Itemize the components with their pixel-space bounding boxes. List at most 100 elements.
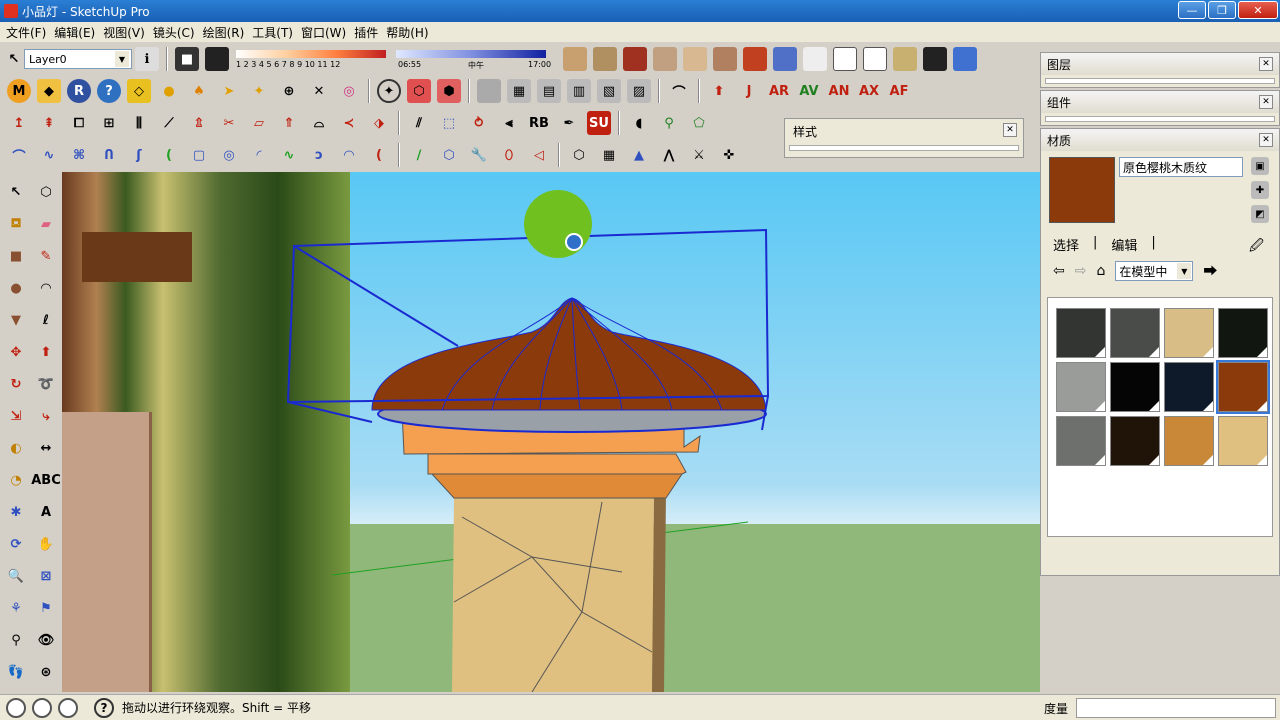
terrain-icon[interactable] [593, 47, 617, 71]
network-icon[interactable]: ⬠ [687, 111, 711, 135]
display-secondary-icon[interactable]: ▣ [1251, 157, 1269, 175]
rail-icon[interactable]: ⫼ [127, 111, 151, 135]
axis-icon[interactable]: ✜ [717, 143, 741, 167]
back-arrow-icon[interactable]: ⇦ [1053, 263, 1065, 279]
scale-icon[interactable]: ✕ [307, 79, 331, 103]
label-icon[interactable]: ◇ [127, 79, 151, 103]
shadow-settings-icon[interactable]: ■ [175, 47, 199, 71]
default-material-icon[interactable]: ◩ [1251, 205, 1269, 223]
bend-icon[interactable]: ≺ [337, 111, 361, 135]
cube-outline-icon[interactable]: ⬢ [437, 79, 461, 103]
cube-push-icon[interactable]: ⬗ [367, 111, 391, 135]
smoove-icon[interactable] [683, 47, 707, 71]
polygon-tool-icon[interactable]: ▼ [4, 308, 28, 332]
color-wheel-icon[interactable]: ◎ [337, 79, 361, 103]
ruler-icon[interactable]: ⟋ [157, 111, 181, 135]
material-swatch[interactable] [1056, 362, 1106, 412]
create-material-icon[interactable]: ✚ [1251, 181, 1269, 199]
plugin-an-icon[interactable]: AN [827, 79, 851, 103]
cut-icon[interactable]: ✂ [217, 111, 241, 135]
material-swatch[interactable] [1110, 362, 1160, 412]
extrude-icon[interactable]: ⇞ [37, 111, 61, 135]
eyedropper-icon[interactable]: 🖉 [1249, 235, 1264, 259]
menu-plugins[interactable]: 插件 [352, 24, 384, 41]
panel-icon[interactable]: ⫷ [497, 111, 521, 135]
circle-tool-icon[interactable]: ● [4, 276, 28, 300]
menu-edit[interactable]: 编辑(E) [52, 24, 101, 41]
su-app-icon[interactable]: SU [587, 111, 611, 135]
drape-icon[interactable] [623, 47, 647, 71]
box-icon[interactable]: ⧠ [67, 111, 91, 135]
hidden-line-icon[interactable] [863, 47, 887, 71]
wireframe-view-icon[interactable] [803, 47, 827, 71]
pen-icon[interactable]: ✒ [557, 111, 581, 135]
tag-icon[interactable]: ◆ [37, 79, 61, 103]
push-pull-tool-icon[interactable]: ⬆ [34, 340, 58, 364]
look-around-icon[interactable]: 👁 [34, 628, 58, 652]
push-pull-plugin-icon[interactable]: ↥ [7, 111, 31, 135]
display-shadows-icon[interactable] [205, 47, 229, 71]
stamp-icon[interactable] [653, 47, 677, 71]
offset-tool-icon[interactable]: ⤷ [34, 404, 58, 428]
curve-wave-icon[interactable]: ∿ [37, 143, 61, 167]
multi-face-icon[interactable]: ▥ [567, 79, 591, 103]
spotlight-icon[interactable]: ➤ [217, 79, 241, 103]
line-green-icon[interactable]: ∿ [277, 143, 301, 167]
close-button[interactable]: ✕ [1238, 1, 1278, 19]
light-icon[interactable]: ✦ [247, 79, 271, 103]
drop-icon[interactable]: ⚲ [657, 111, 681, 135]
previous-view-icon[interactable]: ⚑ [34, 596, 58, 620]
cube-wire-icon[interactable]: ⬡ [567, 143, 591, 167]
add-detail-icon[interactable] [713, 47, 737, 71]
wrench-icon[interactable]: 🔧 [467, 143, 491, 167]
textured-icon[interactable] [923, 47, 947, 71]
model-viewport[interactable] [62, 172, 1040, 692]
plugin-arrow-icon[interactable]: ⬆ [707, 79, 731, 103]
minimize-button[interactable]: — [1178, 1, 1206, 19]
curve-arc-icon[interactable]: ⌒ [7, 143, 31, 167]
sandbox-icon[interactable] [563, 47, 587, 71]
shadow-time-slider[interactable]: 1 2 3 4 5 6 7 8 9 10 11 12 06:55 中午 17:0… [236, 46, 556, 72]
orbit-tool-icon[interactable]: ⟳ [4, 532, 28, 556]
tab-select[interactable]: 选择 [1049, 235, 1083, 254]
help-icon[interactable]: ? [97, 79, 121, 103]
current-material-swatch[interactable] [1049, 157, 1115, 223]
material-swatch[interactable] [1110, 308, 1160, 358]
arc-tool-left-icon[interactable]: ◠ [34, 276, 58, 300]
3d-text-icon[interactable]: A [34, 500, 58, 524]
bezier-icon[interactable]: ◠ [337, 143, 361, 167]
curve-s-icon[interactable]: ʃ [127, 143, 151, 167]
face-icon[interactable] [477, 79, 501, 103]
material-swatch[interactable] [1164, 308, 1214, 358]
iso-view-icon[interactable] [773, 47, 797, 71]
polygon-icon[interactable]: ⬡ [437, 143, 461, 167]
layer-select[interactable]: Layer0 ▼ [24, 49, 132, 69]
tab-edit[interactable]: 编辑 [1107, 235, 1141, 254]
zoom-window-icon[interactable]: ⊠ [34, 564, 58, 588]
fence-icon[interactable]: ⊞ [97, 111, 121, 135]
select-tool-icon[interactable]: ↖ [4, 180, 28, 204]
text-tool-icon[interactable]: ABC [31, 468, 61, 492]
rb-icon[interactable]: RB [527, 111, 551, 135]
material-swatch[interactable] [1218, 308, 1268, 358]
shell-icon[interactable]: ◖ [627, 111, 651, 135]
plugin-j-icon[interactable]: J [737, 79, 761, 103]
cube-grid-icon[interactable]: ▦ [597, 143, 621, 167]
collection-select[interactable]: 在模型中 ▼ [1115, 261, 1194, 281]
maximize-button[interactable]: ❐ [1208, 1, 1236, 19]
pan-hand-icon[interactable]: ✋ [34, 532, 58, 556]
hook-icon[interactable]: ↄ [307, 143, 331, 167]
rect-icon[interactable]: ▢ [187, 143, 211, 167]
menu-window[interactable]: 窗口(W) [299, 24, 352, 41]
material-swatch[interactable] [1110, 416, 1160, 466]
shaded-icon[interactable] [893, 47, 917, 71]
scale-tool-icon[interactable]: ⇲ [4, 404, 28, 428]
material-swatch[interactable] [1164, 416, 1214, 466]
forward-arrow-icon[interactable]: ⇨ [1075, 263, 1087, 279]
circle-icon[interactable]: ◎ [217, 143, 241, 167]
material-swatch[interactable] [1164, 362, 1214, 412]
material-swatch[interactable] [1056, 416, 1106, 466]
protractor-icon[interactable]: ◔ [4, 468, 28, 492]
lift-icon[interactable]: ⇭ [187, 111, 211, 135]
details-arrow-icon[interactable]: ⮕ [1203, 261, 1217, 281]
